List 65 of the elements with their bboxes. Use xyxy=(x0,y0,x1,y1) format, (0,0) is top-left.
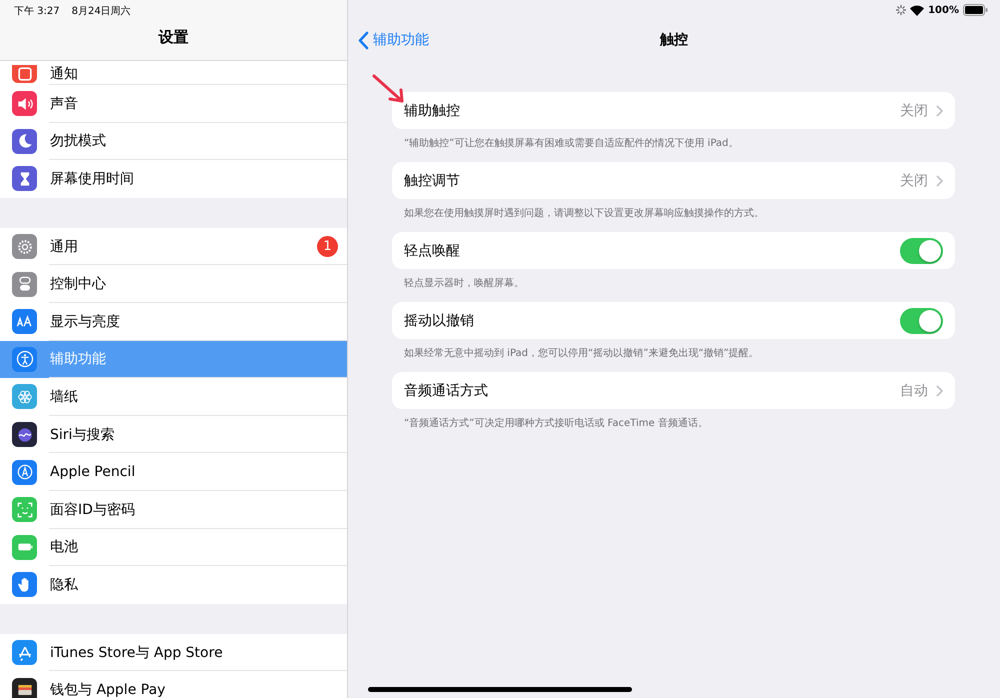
notification-badge: 1 xyxy=(317,236,338,257)
sidebar-item[interactable]: 钱包与 Apple Pay xyxy=(0,671,347,698)
row-description: “辅助触控”可让您在触摸屏幕有困难或需要自适应配件的情况下使用 iPad。 xyxy=(403,136,740,151)
sidebar-item-label: Siri与搜索 xyxy=(50,426,114,444)
page-title: 触控 xyxy=(660,31,688,49)
row-label: 音频通话方式 xyxy=(404,382,489,400)
sidebar-item[interactable]: 电池 xyxy=(0,528,347,566)
sidebar-item-label: Apple Pencil xyxy=(50,464,136,480)
sidebar-item-label: 控制中心 xyxy=(50,275,106,294)
status-date: 8月24日周六 xyxy=(72,4,131,19)
activity-icon xyxy=(896,5,906,15)
sidebar-item[interactable]: 面容ID与密码 xyxy=(0,490,347,529)
sidebar-item-label: 钱包与 Apple Pay xyxy=(50,681,166,698)
row-description: 如果您在使用触摸屏时遇到问题，请调整以下设置更改屏幕响应触摸操作的方式。 xyxy=(403,206,765,221)
sidebar-item-label: 显示与亮度 xyxy=(50,312,120,331)
row-description: 轻点显示器时，唤醒屏幕。 xyxy=(403,276,525,291)
sidebar-item-label: 面容ID与密码 xyxy=(50,500,135,519)
toggle-switch[interactable] xyxy=(900,238,943,264)
sidebar-item[interactable]: 通用 1 xyxy=(0,228,347,266)
toggle-switch[interactable] xyxy=(900,308,943,334)
settings-row[interactable]: 摇动以撤销 xyxy=(392,302,955,339)
settings-row[interactable]: 触控调节 关闭 xyxy=(392,162,955,199)
sidebar-item-label: 隐私 xyxy=(50,576,78,594)
sidebar-item[interactable]: 显示与亮度 xyxy=(0,302,347,341)
row-label: 轻点唤醒 xyxy=(404,242,461,260)
battery-icon xyxy=(963,4,988,16)
row-value: 自动 xyxy=(900,382,928,400)
sidebar-title: 设置 xyxy=(157,28,190,47)
sidebar-item[interactable]: 控制中心 xyxy=(0,265,347,303)
sidebar-item-label: 辅助功能 xyxy=(50,350,106,368)
sidebar-item[interactable]: 隐私 xyxy=(0,566,347,604)
row-label: 触控调节 xyxy=(404,172,461,190)
status-time: 下午 3:27 xyxy=(14,5,60,19)
sidebar-item[interactable]: Apple Pencil xyxy=(0,453,347,491)
sidebar-item[interactable]: 墙纸 xyxy=(0,378,347,416)
sidebar-item-label: 通知 xyxy=(50,65,78,83)
sidebar-item[interactable]: iTunes Store与 App Store xyxy=(0,634,347,672)
settings-row[interactable]: 辅助触控 关闭 xyxy=(392,92,955,129)
row-label: 辅助触控 xyxy=(404,102,461,120)
back-button[interactable]: 辅助功能 xyxy=(358,30,429,50)
row-value: 关闭 xyxy=(900,172,928,190)
settings-row[interactable]: 音频通话方式 自动 xyxy=(392,372,955,409)
battery-percent: 100% xyxy=(928,4,959,16)
chevron-icon xyxy=(936,384,943,396)
sidebar-item[interactable]: Siri与搜索 xyxy=(0,416,347,454)
chevron-icon xyxy=(936,174,943,186)
wifi-icon xyxy=(910,4,924,16)
sidebar-item-label: 通用 xyxy=(50,238,78,256)
row-description: 如果经常无意中摇动到 iPad，您可以停用“摇动以撤销”来避免出现“撤销”提醒。 xyxy=(403,346,760,361)
sidebar-item-label: iTunes Store与 App Store xyxy=(50,644,223,662)
row-description: “音频通话方式”可决定用哪种方式接听电话或 FaceTime 音频通话。 xyxy=(403,416,709,431)
sidebar-item-label: 电池 xyxy=(50,538,78,556)
chevron-icon xyxy=(936,104,943,116)
sidebar-item-label: 声音 xyxy=(50,94,78,113)
settings-row[interactable]: 轻点唤醒 xyxy=(392,232,955,269)
sidebar-item[interactable]: 屏幕使用时间 xyxy=(0,160,347,198)
sidebar-item-label: 勿扰模式 xyxy=(50,132,106,150)
row-value: 关闭 xyxy=(900,102,928,120)
row-label: 摇动以撤销 xyxy=(404,312,475,330)
sidebar-item-label: 屏幕使用时间 xyxy=(50,170,134,188)
sidebar-item[interactable]: 勿扰模式 xyxy=(0,122,347,160)
back-chevron-icon xyxy=(358,30,369,50)
sidebar-item-label: 墙纸 xyxy=(50,388,78,406)
sidebar-item[interactable]: 声音 xyxy=(0,85,347,123)
sidebar-item[interactable]: 通知 xyxy=(0,61,347,85)
